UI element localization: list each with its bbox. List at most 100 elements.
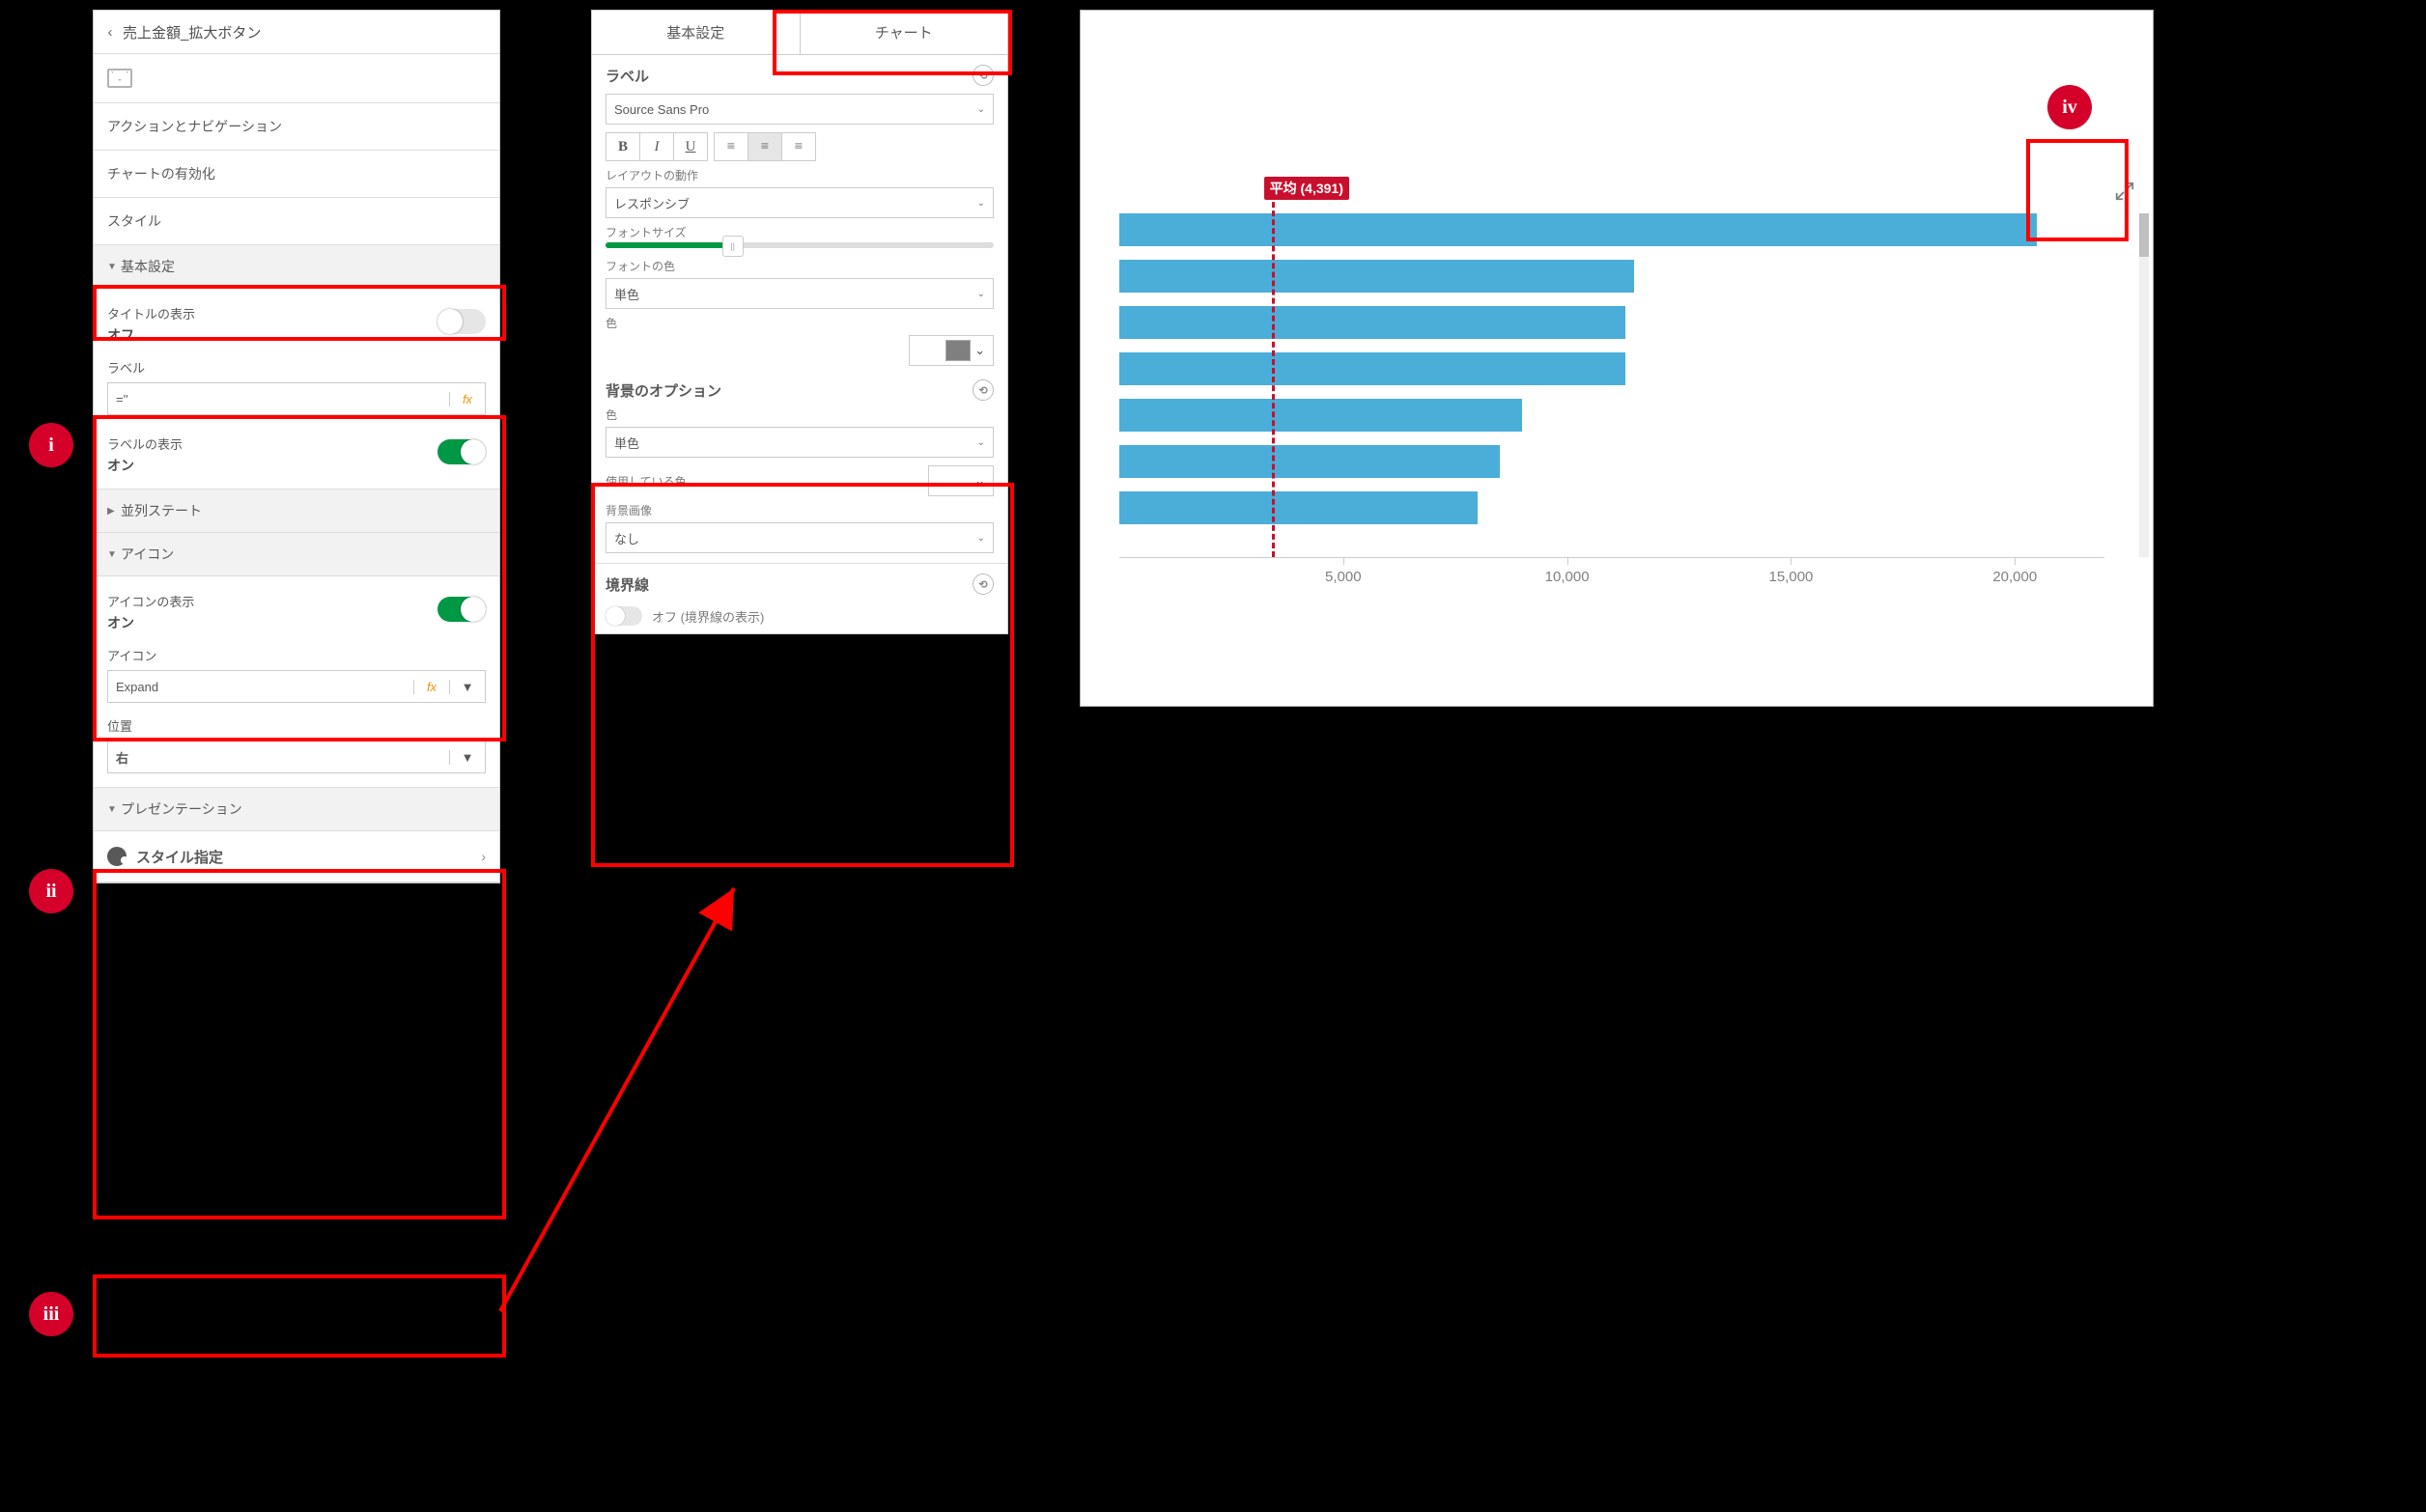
style-designation-row[interactable]: スタイル指定 › xyxy=(94,831,499,882)
section-icon[interactable]: ▼ アイコン xyxy=(94,533,499,576)
font-family-select[interactable]: Source Sans Pro⌄ xyxy=(606,94,994,125)
dropdown-icon[interactable]: ▼ xyxy=(449,680,485,694)
caret-down-icon: ▼ xyxy=(107,804,121,815)
palette-icon xyxy=(107,847,127,866)
x-axis xyxy=(1119,557,2104,558)
bar[interactable] xyxy=(1119,213,2037,246)
layout-behavior-select[interactable]: レスポンシブ⌄ xyxy=(606,187,994,218)
border-toggle-row: オフ (境界線の表示) xyxy=(592,599,1007,633)
bg-image-select[interactable]: なし⌄ xyxy=(606,522,994,553)
bold-button[interactable]: B xyxy=(606,133,640,160)
x-tick xyxy=(2015,557,2016,565)
show-title-label: タイトルの表示 xyxy=(107,304,195,322)
chevron-down-icon: ⌄ xyxy=(974,343,985,358)
x-tick-label: 15,000 xyxy=(1769,569,1814,585)
chevron-down-icon: ⌄ xyxy=(977,289,985,299)
bg-options-head: 背景のオプション ⟲ xyxy=(592,370,1007,405)
message-row[interactable] xyxy=(94,54,499,103)
bar[interactable] xyxy=(1119,445,1500,478)
x-tick xyxy=(1343,557,1344,565)
position-select[interactable]: 右 ▼ xyxy=(107,741,486,773)
callout-i: i xyxy=(29,423,73,467)
x-tick-label: 10,000 xyxy=(1545,569,1590,585)
font-color-picker[interactable]: ⌄ xyxy=(909,335,994,366)
fx-icon[interactable]: fx xyxy=(413,680,449,694)
slider-knob[interactable]: || xyxy=(722,236,744,257)
style-editor-panel: 基本設定 チャート ラベル ⟲ Source Sans Pro⌄ B I U ≡… xyxy=(591,10,1008,634)
bar[interactable] xyxy=(1119,491,1478,524)
label-expression-input[interactable]: ='' fx xyxy=(107,382,486,415)
bg-color-short-label: 色 xyxy=(592,405,1007,423)
bg-color-picker[interactable]: ⌄ xyxy=(928,465,994,496)
section-basic-body: タイトルの表示 オフ ラベル ='' fx ラベルの表示 オン xyxy=(94,289,499,490)
section-presentation[interactable]: ▼ プレゼンテーション xyxy=(94,788,499,831)
bar[interactable] xyxy=(1119,399,1522,432)
reset-icon[interactable]: ⟲ xyxy=(973,379,994,401)
expand-icon xyxy=(2114,181,2135,202)
layout-behavior-label: レイアウトの動作 xyxy=(592,165,1007,183)
font-color-mode-select[interactable]: 単色⌄ xyxy=(606,278,994,309)
align-left-button[interactable]: ≡ xyxy=(715,133,748,160)
chevron-down-icon: ⌄ xyxy=(977,198,985,209)
item-actions-navigation[interactable]: アクションとナビゲーション xyxy=(94,103,499,151)
font-size-label: フォントサイズ xyxy=(592,222,1007,240)
italic-button[interactable]: I xyxy=(640,133,674,160)
average-line xyxy=(1272,184,1275,557)
font-color-label: フォントの色 xyxy=(592,256,1007,274)
chart-scrollbar[interactable] xyxy=(2139,213,2149,557)
x-tick-label: 5,000 xyxy=(1325,569,1362,585)
caret-right-icon: ▶ xyxy=(107,506,121,517)
fx-icon[interactable]: fx xyxy=(449,392,485,406)
dropdown-icon[interactable]: ▼ xyxy=(449,750,485,765)
chevron-down-icon: ⌄ xyxy=(977,533,985,544)
bar[interactable] xyxy=(1119,260,1634,293)
section-parallel-states[interactable]: ▶ 並列ステート xyxy=(94,490,499,533)
font-size-slider[interactable]: || xyxy=(606,242,994,248)
item-enable-chart[interactable]: チャートの有効化 xyxy=(94,151,499,198)
chevron-down-icon: ⌄ xyxy=(977,104,985,115)
underline-button[interactable]: U xyxy=(674,133,707,160)
caret-down-icon: ▼ xyxy=(107,549,121,560)
label-field-label: ラベル xyxy=(107,358,486,377)
chevron-right-icon: › xyxy=(481,849,486,864)
callout-iii: iii xyxy=(29,1292,73,1336)
tab-basic[interactable]: 基本設定 xyxy=(592,11,800,55)
bar[interactable] xyxy=(1119,306,1625,339)
bg-color-mode-select[interactable]: 単色⌄ xyxy=(606,427,994,458)
panel1-header: ‹ 売上金額_拡大ボタン xyxy=(94,11,499,54)
icon-select[interactable]: Expand fx ▼ xyxy=(107,670,486,703)
show-label-toggle[interactable] xyxy=(437,439,486,464)
tabs: 基本設定 チャート xyxy=(592,11,1007,55)
expand-button[interactable] xyxy=(2108,175,2141,208)
envelope-icon xyxy=(107,69,132,88)
align-center-button[interactable]: ≡ xyxy=(748,133,782,160)
redbox-style-row xyxy=(93,1274,506,1358)
border-toggle[interactable] xyxy=(606,606,642,626)
used-color-label: 使用している色 xyxy=(606,473,687,490)
reset-icon[interactable]: ⟲ xyxy=(973,65,994,86)
section-basic[interactable]: ▼ 基本設定 xyxy=(94,245,499,289)
x-tick-label: 20,000 xyxy=(1992,569,2037,585)
item-style[interactable]: スタイル xyxy=(94,198,499,245)
back-chevron-icon[interactable]: ‹ xyxy=(101,24,119,41)
show-title-value: オフ xyxy=(107,325,195,345)
label-section-head: ラベル ⟲ xyxy=(592,55,1007,90)
icon-field-label: アイコン xyxy=(107,646,486,664)
align-right-button[interactable]: ≡ xyxy=(782,133,815,160)
show-icon-toggle[interactable] xyxy=(437,597,486,622)
chevron-down-icon: ⌄ xyxy=(977,437,985,448)
callout-iv: iv xyxy=(2047,85,2092,129)
reset-icon[interactable]: ⟲ xyxy=(973,574,994,595)
show-icon-value: オン xyxy=(107,613,194,632)
properties-panel-style: ‹ 売上金額_拡大ボタン アクションとナビゲーション チャートの有効化 スタイル… xyxy=(93,10,500,883)
color-short-label: 色 xyxy=(592,313,1007,331)
show-icon-label: アイコンの表示 xyxy=(107,592,194,610)
tab-chart[interactable]: チャート xyxy=(800,11,1008,55)
show-title-toggle[interactable] xyxy=(437,309,486,334)
bar-chart: 5,00010,00015,00020,000平均 (4,391) xyxy=(1080,10,2154,707)
position-label: 位置 xyxy=(107,716,486,735)
x-tick xyxy=(1567,557,1568,565)
caret-down-icon: ▼ xyxy=(107,262,121,272)
bar[interactable] xyxy=(1119,352,1625,385)
redbox-icon-body xyxy=(93,869,506,1219)
